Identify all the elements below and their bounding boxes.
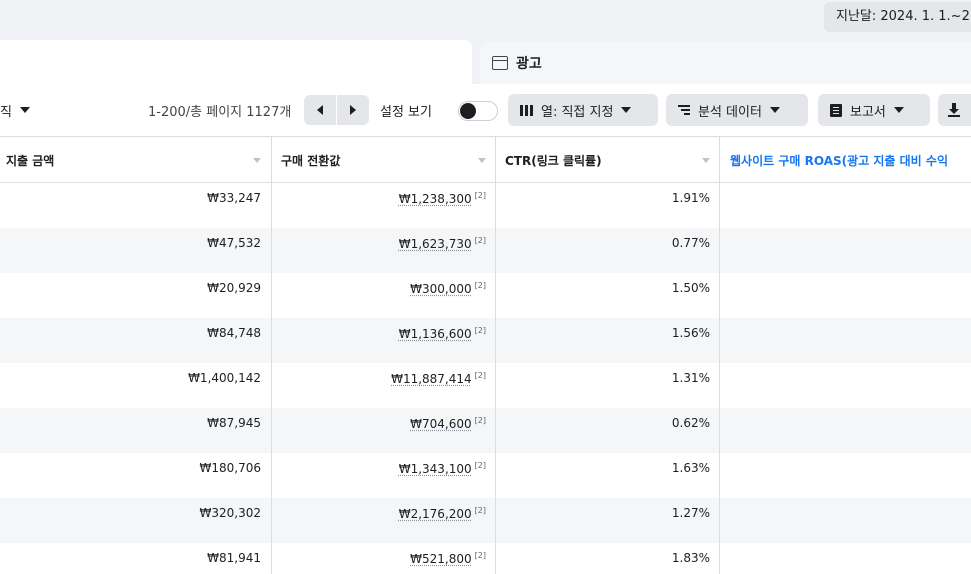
pagination-range: 1-200/총 페이지 1127개 xyxy=(148,94,291,126)
purchase-value-link[interactable]: ₩1,343,100 xyxy=(399,462,472,476)
table-row[interactable]: ₩84,748 ₩1,136,600 [2] 1.56% xyxy=(0,318,971,363)
sort-caret-icon[interactable] xyxy=(702,158,710,163)
footnote-marker[interactable]: [2] xyxy=(475,371,486,380)
tab-bar: 광고 xyxy=(0,34,971,84)
footnote-marker[interactable]: [2] xyxy=(475,191,486,200)
reports-button[interactable]: 보고서 xyxy=(818,94,930,126)
table-row[interactable]: ₩1,400,142 ₩11,887,414 [2] 1.31% xyxy=(0,363,971,408)
export-button[interactable] xyxy=(938,94,971,126)
cell-ctr: 0.62% xyxy=(496,408,710,454)
prev-page-button[interactable] xyxy=(304,95,336,125)
table-row[interactable]: ₩47,532 ₩1,623,730 [2] 0.77% xyxy=(0,228,971,273)
breakdown-label: 분석 데이터 xyxy=(698,101,762,120)
table-row[interactable]: ₩81,941 ₩521,800 [2] 1.83% xyxy=(0,543,971,574)
sort-caret-icon[interactable] xyxy=(478,158,486,163)
cell-spend: ₩33,247 xyxy=(0,183,261,229)
date-range-picker[interactable]: 지난달: 2024. 1. 1.~2 xyxy=(824,2,971,32)
footnote-marker[interactable]: [2] xyxy=(475,416,486,425)
tab-ads-label: 광고 xyxy=(516,53,542,73)
table-header: 지출 금액 구매 전환값 CTR(링크 클릭률) 웹사이트 구매 ROAS(광고… xyxy=(0,137,971,183)
cell-spend: ₩180,706 xyxy=(0,453,261,499)
column-divider[interactable] xyxy=(719,137,720,574)
purchase-value-link[interactable]: ₩300,000 xyxy=(410,282,472,296)
cell-purchase-value: ₩1,238,300 [2] xyxy=(272,183,486,229)
purchase-value-link[interactable]: ₩2,176,200 xyxy=(399,507,472,521)
cell-purchase-value: ₩11,887,414 [2] xyxy=(272,363,486,409)
table-row[interactable]: ₩33,247 ₩1,238,300 [2] 1.91% xyxy=(0,183,971,228)
columns-button[interactable]: 열: 직접 지정 xyxy=(508,94,658,126)
settings-view-toggle[interactable] xyxy=(458,101,498,121)
purchase-value-link[interactable]: ₩1,238,300 xyxy=(399,192,472,206)
view-dropdown[interactable]: 직 xyxy=(0,94,30,126)
footnote-marker[interactable]: [2] xyxy=(475,506,486,515)
column-divider[interactable] xyxy=(495,137,496,574)
header-roas[interactable]: 웹사이트 구매 ROAS(광고 지출 대비 수익 xyxy=(730,137,971,183)
window-icon xyxy=(492,56,508,70)
tab-adsets[interactable] xyxy=(0,40,472,84)
chevron-down-icon xyxy=(20,107,30,113)
cell-purchase-value: ₩1,343,100 [2] xyxy=(272,453,486,499)
header-ctr[interactable]: CTR(링크 클릭률) xyxy=(505,137,685,183)
toolbar: 직 1-200/총 페이지 1127개 설정 보기 열: 직접 지정 분석 데이… xyxy=(0,84,971,136)
chevron-down-icon xyxy=(621,107,631,113)
sort-caret-icon[interactable] xyxy=(253,158,261,163)
cell-spend: ₩47,532 xyxy=(0,228,261,274)
table-row[interactable]: ₩320,302 ₩2,176,200 [2] 1.27% xyxy=(0,498,971,543)
cell-ctr: 1.56% xyxy=(496,318,710,364)
cell-ctr: 1.50% xyxy=(496,273,710,319)
header-spend[interactable]: 지출 금액 xyxy=(6,137,236,183)
footnote-marker[interactable]: [2] xyxy=(475,236,486,245)
cell-purchase-value: ₩300,000 [2] xyxy=(272,273,486,319)
tab-ads[interactable]: 광고 xyxy=(480,42,971,84)
top-bar: 지난달: 2024. 1. 1.~2 xyxy=(0,0,971,34)
cell-spend: ₩87,945 xyxy=(0,408,261,454)
cell-ctr: 0.77% xyxy=(496,228,710,274)
download-icon xyxy=(948,103,960,117)
header-purchase-value[interactable]: 구매 전환값 xyxy=(281,137,461,183)
cell-purchase-value: ₩521,800 [2] xyxy=(272,543,486,574)
chevron-left-icon xyxy=(317,105,323,115)
footnote-marker[interactable]: [2] xyxy=(475,281,486,290)
footnote-marker[interactable]: [2] xyxy=(475,461,486,470)
cell-spend: ₩20,929 xyxy=(0,273,261,319)
table-row[interactable]: ₩87,945 ₩704,600 [2] 0.62% xyxy=(0,408,971,453)
cell-purchase-value: ₩2,176,200 [2] xyxy=(272,498,486,544)
purchase-value-link[interactable]: ₩1,623,730 xyxy=(399,237,472,251)
table-row[interactable]: ₩20,929 ₩300,000 [2] 1.50% xyxy=(0,273,971,318)
purchase-value-link[interactable]: ₩11,887,414 xyxy=(391,372,472,386)
cell-purchase-value: ₩704,600 [2] xyxy=(272,408,486,454)
cell-ctr: 1.63% xyxy=(496,453,710,499)
reports-label: 보고서 xyxy=(850,101,886,120)
table-row[interactable]: ₩180,706 ₩1,343,100 [2] 1.63% xyxy=(0,453,971,498)
report-icon xyxy=(830,104,842,117)
settings-view-label: 설정 보기 xyxy=(380,94,432,126)
cell-ctr: 1.31% xyxy=(496,363,710,409)
purchase-value-link[interactable]: ₩704,600 xyxy=(410,417,472,431)
chevron-right-icon xyxy=(350,105,356,115)
footnote-marker[interactable]: [2] xyxy=(475,551,486,560)
column-divider[interactable] xyxy=(271,137,272,574)
breakdown-button[interactable]: 분석 데이터 xyxy=(666,94,808,126)
next-page-button[interactable] xyxy=(337,95,369,125)
cell-purchase-value: ₩1,623,730 [2] xyxy=(272,228,486,274)
cell-spend: ₩81,941 xyxy=(0,543,261,574)
cell-spend: ₩84,748 xyxy=(0,318,261,364)
columns-label: 열: 직접 지정 xyxy=(541,101,613,120)
chevron-down-icon xyxy=(894,107,904,113)
cell-ctr: 1.27% xyxy=(496,498,710,544)
data-table: ₩33,247 ₩1,238,300 [2] 1.91% ₩47,532 ₩1,623,7… xyxy=(0,136,971,574)
purchase-value-link[interactable]: ₩1,136,600 xyxy=(399,327,472,341)
cell-spend: ₩320,302 xyxy=(0,498,261,544)
toggle-knob xyxy=(460,103,476,119)
purchase-value-link[interactable]: ₩521,800 xyxy=(410,552,472,566)
view-dropdown-label: 직 xyxy=(0,101,12,120)
chevron-down-icon xyxy=(770,107,780,113)
cell-ctr: 1.91% xyxy=(496,183,710,229)
columns-icon xyxy=(520,105,533,116)
footnote-marker[interactable]: [2] xyxy=(475,326,486,335)
breakdown-icon xyxy=(678,105,690,115)
cell-spend: ₩1,400,142 xyxy=(0,363,261,409)
cell-ctr: 1.83% xyxy=(496,543,710,574)
cell-purchase-value: ₩1,136,600 [2] xyxy=(272,318,486,364)
